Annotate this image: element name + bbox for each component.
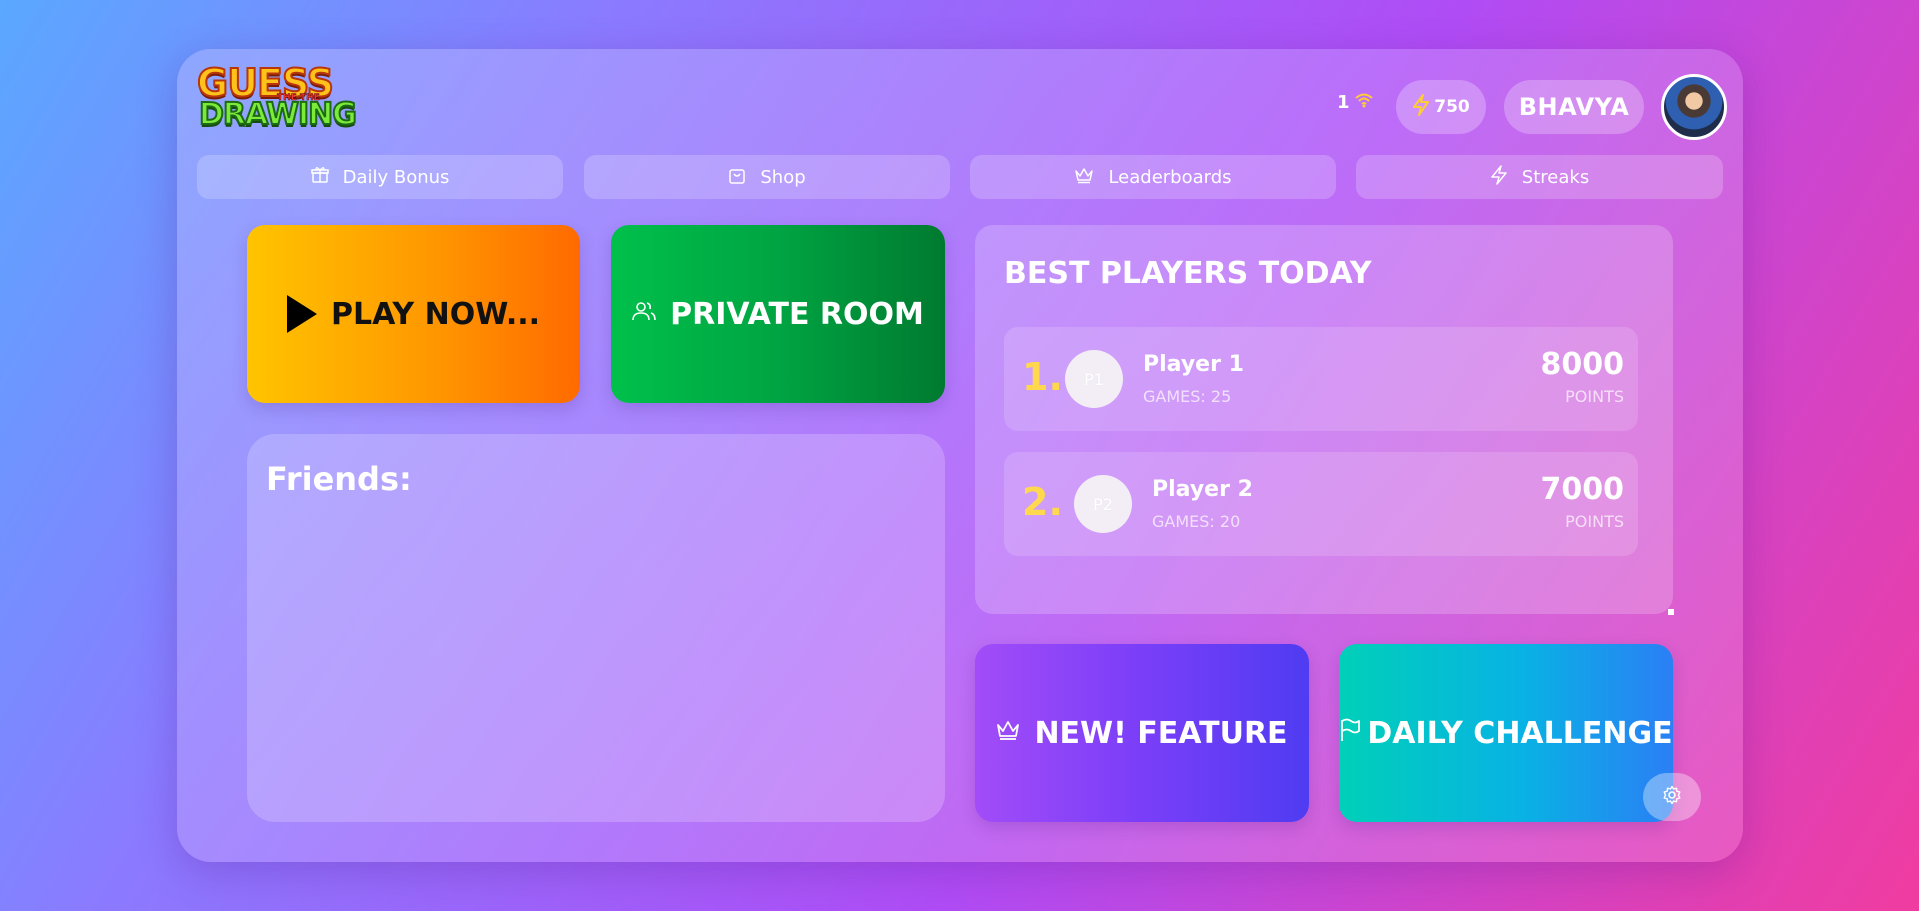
shopping-bag-icon	[728, 166, 746, 189]
username-button[interactable]: BHAVYA	[1504, 80, 1644, 134]
logo-text-bottom: DRAWING	[198, 96, 358, 133]
daily-challenge-button[interactable]: DAILY CHALLENGE	[1339, 644, 1673, 822]
flag-icon	[1339, 718, 1361, 748]
main-panel: GUESS THE THE DRAWING 1 750 BHAVYA Daily…	[177, 49, 1743, 862]
private-room-label: PRIVATE ROOM	[670, 296, 924, 332]
player-avatar: P2	[1074, 475, 1132, 533]
friends-title: Friends:	[266, 460, 412, 498]
gift-icon	[310, 166, 329, 189]
player-points: 8000	[1540, 347, 1625, 382]
player-avatar: P1	[1065, 350, 1123, 408]
user-avatar[interactable]	[1661, 74, 1727, 140]
leaderboard-row[interactable]: 1. P1 Player 1 GAMES: 25 8000 POINTS	[1004, 327, 1638, 431]
play-now-button[interactable]: PLAY NOW...	[247, 225, 580, 403]
leaderboard-title: BEST PLAYERS TODAY	[1004, 256, 1372, 291]
points-label: POINTS	[1565, 387, 1624, 406]
leaderboard-panel: BEST PLAYERS TODAY 1. P1 Player 1 GAMES:…	[975, 225, 1674, 615]
play-icon	[286, 295, 317, 333]
crown-icon	[1074, 166, 1094, 189]
nav-label: Daily Bonus	[342, 166, 450, 188]
player-games: GAMES: 25	[1143, 387, 1232, 406]
nav-label: Leaderboards	[1108, 166, 1232, 188]
play-now-label: PLAY NOW...	[330, 296, 541, 332]
daily-challenge-label: DAILY CHALLENGE	[1367, 715, 1673, 751]
private-room-button[interactable]: PRIVATE ROOM	[611, 225, 945, 403]
bolt-icon	[1412, 93, 1430, 121]
users-icon	[632, 300, 656, 328]
settings-button[interactable]	[1643, 773, 1701, 821]
game-logo: GUESS THE THE DRAWING	[196, 59, 358, 135]
points-label: POINTS	[1565, 512, 1624, 531]
player-games: GAMES: 20	[1152, 512, 1241, 531]
nav-daily-bonus[interactable]: Daily Bonus	[197, 155, 563, 199]
nav-leaderboards[interactable]: Leaderboards	[970, 155, 1336, 199]
nav-label: Shop	[760, 166, 806, 188]
player-name: Player 1	[1143, 352, 1244, 377]
bolt-icon	[1490, 164, 1508, 190]
wifi-icon	[1354, 92, 1374, 112]
crown-icon	[996, 719, 1020, 747]
coin-balance[interactable]: 750	[1396, 80, 1486, 134]
player-name: Player 2	[1152, 477, 1253, 502]
rank-number: 2.	[1022, 480, 1063, 524]
new-feature-button[interactable]: NEW! FEATURE	[975, 644, 1309, 822]
resize-handle[interactable]	[1668, 609, 1674, 615]
nav-label: Streaks	[1521, 166, 1590, 188]
online-count: 1	[1337, 91, 1350, 113]
leaderboard-row[interactable]: 2. P2 Player 2 GAMES: 20 7000 POINTS	[1004, 452, 1638, 556]
gear-icon	[1662, 785, 1682, 810]
nav-shop[interactable]: Shop	[584, 155, 950, 199]
nav-streaks[interactable]: Streaks	[1356, 155, 1723, 199]
rank-number: 1.	[1022, 355, 1063, 399]
player-points: 7000	[1540, 472, 1625, 507]
coin-amount: 750	[1434, 97, 1470, 117]
friends-panel: Friends:	[247, 434, 945, 822]
online-indicator: 1	[1337, 91, 1374, 113]
new-feature-label: NEW! FEATURE	[1034, 715, 1288, 751]
